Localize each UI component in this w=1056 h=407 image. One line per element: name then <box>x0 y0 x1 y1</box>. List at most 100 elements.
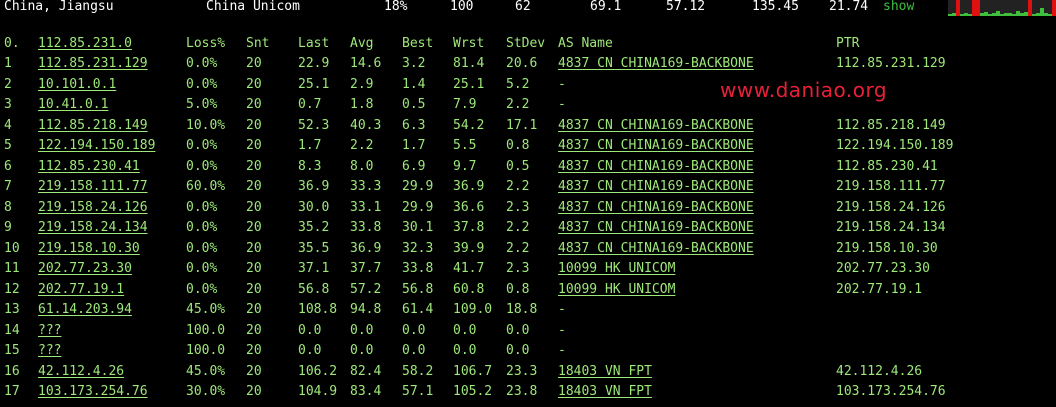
cell-loss: 60.0% <box>186 179 226 194</box>
sparkline-loss-bar <box>976 0 980 16</box>
cell-wrst: 5.5 <box>453 138 477 153</box>
cell-loss: 5.0% <box>186 97 218 112</box>
cell-avg: 36.9 <box>350 240 382 256</box>
cell-idx: 6 <box>4 158 12 174</box>
cell-stdev: 0.0 <box>506 343 530 358</box>
column-best: Best <box>402 36 434 51</box>
cell-snt: 20 <box>246 76 262 92</box>
host-link[interactable]: 202.77.19.1 <box>38 280 124 300</box>
cell-snt: 20 <box>246 363 262 379</box>
cell-best: 6.9 <box>402 158 426 174</box>
cell-best: 0.0 <box>402 343 426 358</box>
cell-avg: 37.7 <box>350 261 382 276</box>
cell-ptr: 219.158.24.126 <box>836 199 946 215</box>
host-link[interactable]: 219.158.10.30 <box>38 239 140 259</box>
sparkline-bar <box>960 13 964 16</box>
table-row: 3 10.41.0.1 5.0% 20 0.7 1.8 0.5 7.9 2.2 - <box>0 95 1056 115</box>
as-name-link[interactable]: 4837 CN CHINA169-BACKBONE <box>558 239 754 259</box>
host-link[interactable]: 219.158.24.134 <box>38 218 148 238</box>
cell-wrst: 81.4 <box>453 56 485 71</box>
as-name-link[interactable]: 4837 CN CHINA169-BACKBONE <box>558 198 754 218</box>
as-name-link[interactable]: 4837 CN CHINA169-BACKBONE <box>558 157 754 177</box>
show-link[interactable]: show <box>883 0 914 14</box>
cell-wrst: 9.7 <box>453 158 477 174</box>
host-link[interactable]: 10.41.0.1 <box>38 95 108 115</box>
cell-idx: 8 <box>4 199 12 215</box>
host-link[interactable]: 42.112.4.26 <box>38 362 124 382</box>
host-link[interactable]: 219.158.111.77 <box>38 177 148 197</box>
host-link[interactable]: ??? <box>38 321 61 341</box>
sparkline-loss-bar <box>972 0 976 16</box>
cell-idx: 16 <box>4 363 20 379</box>
host-link[interactable]: 202.77.23.30 <box>38 259 132 279</box>
cell-as: - <box>558 76 566 92</box>
cell-ptr: 112.85.218.149 <box>836 117 946 133</box>
cell-snt: 20 <box>246 240 262 256</box>
isp-label: China Unicom <box>206 0 300 14</box>
cell-wrst: 106.7 <box>453 363 493 379</box>
cell-ptr: 219.158.111.77 <box>836 179 946 194</box>
cell-loss: 45.0% <box>186 302 226 317</box>
cell-loss: 45.0% <box>186 363 226 379</box>
host-link[interactable]: ??? <box>38 341 61 361</box>
cell-loss: 100.0 <box>186 343 226 358</box>
table-row: 1 112.85.231.129 0.0% 20 22.9 14.6 3.2 81.4 20.6… <box>0 54 1056 74</box>
as-name-link[interactable]: 4837 CN CHINA169-BACKBONE <box>558 116 754 136</box>
summary-last: 62 <box>515 0 531 14</box>
table-row: 4 112.85.218.149 10.0% 20 52.3 40.3 6.3 54.2 17.… <box>0 116 1056 136</box>
host-link[interactable]: 122.194.150.189 <box>38 136 155 156</box>
as-name-link[interactable]: 4837 CN CHINA169-BACKBONE <box>558 177 754 197</box>
cell-best: 0.5 <box>402 97 426 112</box>
column-snt: Snt <box>246 36 270 51</box>
as-name-link[interactable]: 4837 CN CHINA169-BACKBONE <box>558 218 754 238</box>
cell-avg: 33.3 <box>350 179 382 194</box>
as-name-link[interactable]: 4837 CN CHINA169-BACKBONE <box>558 136 754 156</box>
host-link[interactable]: 103.173.254.76 <box>38 382 148 402</box>
cell-snt: 20 <box>246 261 262 276</box>
sparkline-bar <box>1020 12 1024 16</box>
host-link[interactable]: 10.101.0.1 <box>38 75 116 95</box>
cell-last: 30.0 <box>298 199 330 215</box>
cell-avg: 94.8 <box>350 302 382 317</box>
table-row: 8 219.158.24.126 0.0% 20 30.0 33.1 29.9 36.6 2.3… <box>0 198 1056 218</box>
host-link[interactable]: 112.85.218.149 <box>38 116 148 136</box>
cell-avg: 1.8 <box>350 97 374 112</box>
table-row: 15??? 100.0 20 0.0 0.0 0.0 0.0 0.0 - <box>0 341 1056 361</box>
cell-ptr: 42.112.4.26 <box>836 363 923 379</box>
host-link[interactable]: 219.158.24.126 <box>38 198 148 218</box>
as-name-link[interactable]: 10099 HK UNICOM <box>558 280 675 300</box>
column-as-name: AS Name <box>558 36 613 51</box>
cell-idx: 3 <box>4 97 12 112</box>
sparkline-bar <box>992 12 996 16</box>
cell-snt: 20 <box>246 97 262 112</box>
cell-loss: 0.0% <box>186 158 218 174</box>
host-link[interactable]: 112.85.231.129 <box>38 54 148 74</box>
cell-best: 29.9 <box>402 199 434 215</box>
table-row: 2 10.101.0.1 0.0% 20 25.1 2.9 1.4 25.1 5.2 - <box>0 75 1056 95</box>
cell-snt: 20 <box>246 179 262 194</box>
cell-snt: 20 <box>246 138 262 153</box>
cell-best: 57.1 <box>402 384 434 399</box>
table-row: 12 202.77.19.1 0.0% 20 56.8 57.2 56.8 60.8 0.8 10… <box>0 280 1056 300</box>
cell-wrst: 41.7 <box>453 261 485 276</box>
cell-best: 1.7 <box>402 138 426 153</box>
cell-last: 25.1 <box>298 76 330 92</box>
sparkline-bar <box>1032 13 1036 16</box>
sparkline-bar <box>1036 12 1040 16</box>
column-host-link[interactable]: 112.85.231.0 <box>38 34 132 54</box>
host-link[interactable]: 112.85.230.41 <box>38 157 140 177</box>
column-wrst: Wrst <box>453 36 485 51</box>
table-row: 13 61.14.203.94 45.0% 20 108.8 94.8 61.4 109.0 1… <box>0 300 1056 320</box>
cell-stdev: 2.3 <box>506 261 530 276</box>
cell-last: 35.2 <box>298 220 330 235</box>
sparkline-bar <box>1012 13 1016 16</box>
as-name-link[interactable]: 4837 CN CHINA169-BACKBONE <box>558 54 754 74</box>
as-name-link[interactable]: 18403 VN FPT <box>558 362 652 382</box>
cell-last: 0.0 <box>298 322 322 338</box>
cell-idx: 11 <box>4 261 20 276</box>
as-name-link[interactable]: 18403 VN FPT <box>558 382 652 402</box>
as-name-link[interactable]: 10099 HK UNICOM <box>558 259 675 279</box>
table-row: 16 42.112.4.26 45.0% 20 106.2 82.4 58.2 106.7 23… <box>0 362 1056 382</box>
host-link[interactable]: 61.14.203.94 <box>38 300 132 320</box>
cell-loss: 0.0% <box>186 138 218 153</box>
